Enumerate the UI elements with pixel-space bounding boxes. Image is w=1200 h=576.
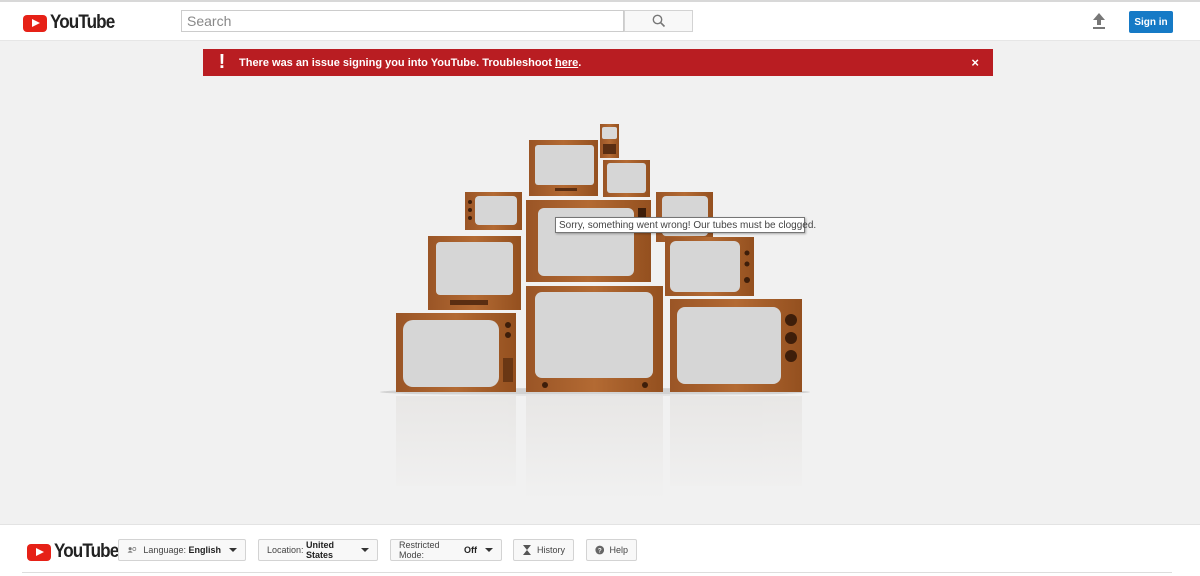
search-button[interactable] (624, 10, 693, 32)
location-value: United States (306, 540, 335, 560)
svg-text:?: ? (598, 547, 602, 554)
footer-youtube-logo[interactable]: YouTube (27, 541, 125, 563)
youtube-play-icon (27, 543, 51, 561)
footer-divider (22, 572, 1172, 573)
language-people-icon (127, 547, 137, 553)
troubleshoot-link[interactable]: here (555, 57, 578, 69)
history-button[interactable]: History (513, 539, 574, 561)
signin-error-alert: ! There was an issue signing you into Yo… (203, 49, 993, 76)
tv-top-left (529, 140, 598, 196)
search-input[interactable] (181, 10, 624, 32)
logo-wordmark: YouTube (50, 12, 115, 33)
alert-suffix: . (578, 56, 582, 69)
tv-mid-left (465, 192, 522, 230)
sign-in-button[interactable]: Sign in (1129, 11, 1173, 33)
magnifier-icon (652, 14, 665, 28)
footer-logo-wordmark: YouTube (54, 541, 119, 562)
language-picker[interactable]: Language: English (118, 539, 246, 561)
alert-message: There was an issue signing you into YouT… (239, 57, 581, 69)
footer: YouTube Language: English Location: Unit… (0, 524, 1200, 576)
youtube-play-icon (23, 14, 47, 32)
tv-bottom-right (670, 299, 802, 392)
restricted-mode-picker[interactable]: Restricted Mode: Off (390, 539, 502, 561)
help-question-icon: ? (595, 545, 605, 554)
tv-bottom-center (526, 286, 663, 392)
chevron-down-icon (485, 548, 493, 552)
tv-bottom-left (396, 313, 516, 392)
tv-top-right (603, 160, 650, 197)
upload-button[interactable] (1090, 11, 1110, 33)
exclamation-icon: ! (218, 51, 226, 73)
location-label: Location: (267, 545, 304, 555)
chevron-down-icon (361, 548, 369, 552)
upload-arrow-icon (1093, 13, 1105, 29)
error-tooltip: Sorry, something went wrong! Our tubes m… (555, 217, 816, 233)
chevron-down-icon (229, 548, 237, 552)
tv-row3-left (428, 236, 521, 310)
tv-tiny (600, 124, 619, 158)
help-label: Help (609, 545, 628, 555)
hourglass-icon (522, 545, 531, 555)
history-label: History (536, 545, 565, 555)
tv-row3-right (665, 237, 754, 296)
help-button[interactable]: ? Help (586, 539, 637, 561)
broken-tv-illustration (370, 124, 820, 500)
masthead: YouTube Sign in (0, 2, 1200, 41)
alert-text: There was an issue signing you into YouT… (239, 56, 555, 69)
language-value: English (188, 545, 221, 555)
restricted-label: Restricted Mode: (399, 540, 440, 560)
tv-center (526, 200, 651, 282)
youtube-logo[interactable]: YouTube (23, 12, 121, 34)
restricted-value: Off (464, 545, 477, 555)
location-picker[interactable]: Location: United States (258, 539, 378, 561)
close-alert-button[interactable]: × (971, 55, 979, 70)
language-label: Language: (143, 545, 186, 555)
